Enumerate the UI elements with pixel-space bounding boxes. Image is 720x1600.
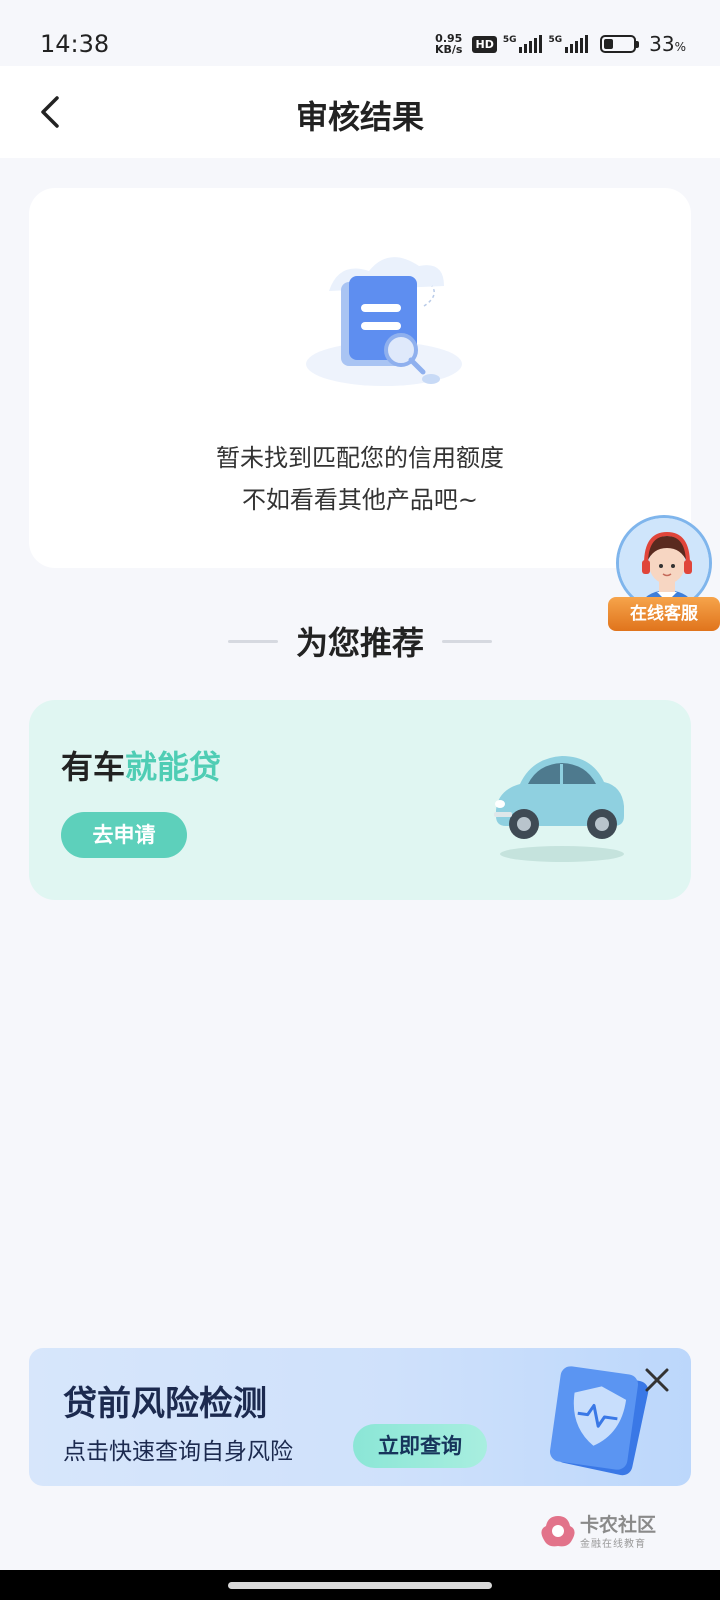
car-loan-product-card[interactable]: 有车就能贷 去申请 — [29, 700, 691, 900]
watermark-title: 卡农社区 — [580, 1514, 657, 1536]
battery-percent: 33% — [649, 32, 686, 56]
app-header: 审核结果 — [0, 66, 720, 158]
risk-check-banner[interactable]: 贷前风险检测 点击快速查询自身风险 立即查询 — [29, 1348, 691, 1486]
watermark-subtitle: 金融在线教育 — [580, 1539, 646, 1550]
divider-line — [227, 639, 278, 643]
product-title-main: 有车 — [61, 748, 126, 786]
home-indicator[interactable] — [228, 1582, 492, 1589]
battery-icon — [600, 35, 640, 53]
risk-banner-title: 贷前风险检测 — [63, 1384, 267, 1424]
product-title-accent: 就能贷 — [125, 748, 222, 786]
product-title: 有车就能贷 — [61, 742, 221, 788]
close-icon[interactable] — [641, 1364, 673, 1396]
online-service-button[interactable]: 在线客服 — [608, 515, 720, 635]
sim2-signal-icon: 5G — [548, 35, 589, 53]
apply-button[interactable]: 去申请 — [61, 812, 187, 858]
network-speed: 0.95 KB/s — [435, 33, 462, 55]
system-nav-bar — [0, 1570, 720, 1600]
hd-badge: HD — [472, 35, 497, 53]
document-search-icon — [306, 257, 462, 386]
sim2-network-type: 5G — [548, 35, 563, 45]
sim1-signal-icon: 5G — [503, 35, 543, 53]
status-bar: 14:38 0.95 KB/s HD 5G 5G 33% — [0, 0, 720, 66]
divider-line — [442, 639, 492, 643]
car-icon — [494, 756, 624, 862]
result-message: 暂未找到匹配您的信用额度 — [216, 444, 504, 472]
result-suggestion: 不如看看其他产品吧~ — [241, 486, 479, 514]
result-card: 暂未找到匹配您的信用额度 不如看看其他产品吧~ — [29, 188, 691, 568]
recommend-title: 为您推荐 — [295, 624, 424, 662]
status-time: 14:38 — [40, 30, 110, 58]
sim1-network-type: 5G — [502, 35, 517, 45]
watermark-logo — [541, 1516, 575, 1547]
network-speed-unit: KB/s — [435, 43, 463, 56]
shield-report-icon — [549, 1366, 649, 1476]
page-title: 审核结果 — [295, 98, 424, 136]
watermark: 卡农社区 金融在线教育 — [540, 1510, 680, 1550]
status-indicators: 0.95 KB/s HD 5G 5G 33% — [435, 32, 686, 56]
risk-banner-subtitle: 点击快速查询自身风险 — [63, 1439, 293, 1465]
recommend-header: 为您推荐 — [0, 618, 720, 664]
query-now-button[interactable]: 立即查询 — [353, 1424, 487, 1468]
